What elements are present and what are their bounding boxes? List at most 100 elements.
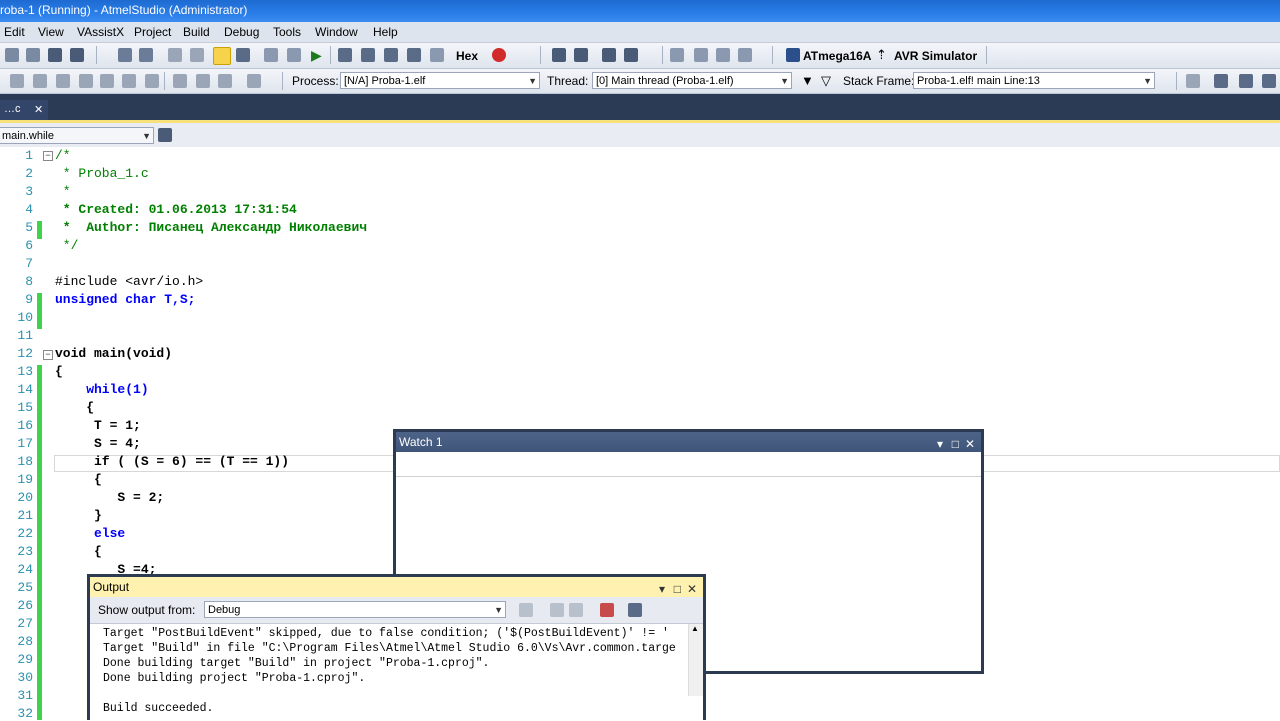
process-select[interactable]: [N/A] Proba-1.elf ▼ [340, 72, 540, 89]
word-wrap-icon[interactable] [628, 603, 642, 617]
toolbar-icon[interactable] [122, 74, 136, 88]
rebuild-icon[interactable] [139, 48, 153, 62]
toolbar-icon[interactable] [1239, 74, 1253, 88]
breakpoint-icon[interactable] [492, 48, 506, 62]
collapse-icon[interactable]: − [43, 350, 53, 360]
cut-icon[interactable] [168, 48, 182, 62]
toolbar-icon[interactable] [1186, 74, 1200, 88]
run-to-cursor-icon[interactable] [384, 48, 398, 62]
document-tab-strip: …c ✕ [0, 94, 1280, 120]
toolbar-icon[interactable] [196, 74, 210, 88]
hex-button[interactable]: Hex [456, 49, 478, 63]
output-scrollbar[interactable]: ▲ [688, 624, 703, 696]
maximize-icon[interactable]: □ [952, 434, 959, 454]
bookmark-icon[interactable] [670, 48, 684, 62]
outdent-icon[interactable] [574, 48, 588, 62]
step-over-icon[interactable] [264, 48, 278, 62]
code-line: else [55, 526, 126, 541]
open-file-icon[interactable] [26, 48, 40, 62]
menu-tools[interactable]: Tools [273, 25, 301, 39]
indent-icon[interactable] [552, 48, 566, 62]
maximize-icon[interactable]: □ [674, 579, 681, 599]
chevron-down-icon: ▼ [780, 76, 789, 86]
menu-help[interactable]: Help [373, 25, 398, 39]
output-caption[interactable]: Output ▾ □ ✕ [90, 577, 703, 597]
show-next-statement-icon[interactable] [430, 48, 444, 62]
clear-bookmarks-icon[interactable] [738, 48, 752, 62]
debug-location-toolbar: Process: [N/A] Proba-1.elf ▼ Thread: [0]… [0, 69, 1280, 94]
output-window[interactable]: Output ▾ □ ✕ Show output from: Debug ▼ T… [87, 574, 706, 720]
break-all-icon[interactable] [213, 47, 231, 65]
tool-button[interactable]: AVR Simulator [894, 49, 977, 63]
thread-value: [0] Main thread (Proba-1.elf) [596, 75, 734, 87]
chevron-down-icon[interactable]: ▾ [937, 434, 943, 454]
watch-title: Watch 1 [399, 435, 443, 449]
save-icon[interactable] [48, 48, 62, 62]
continue-icon[interactable]: ▶ [311, 47, 322, 64]
scroll-up-icon[interactable]: ▲ [691, 624, 699, 633]
menu-vassistx[interactable]: VAssistX [77, 25, 124, 39]
filter-icon[interactable]: ▼ [801, 73, 814, 88]
close-icon[interactable]: ✕ [965, 434, 975, 454]
reset-icon[interactable] [407, 48, 421, 62]
toolbar-icon[interactable] [173, 74, 187, 88]
toolbar-separator [164, 72, 165, 90]
toolbar-separator [540, 46, 541, 64]
line-number: 3 [25, 184, 33, 199]
chevron-down-icon[interactable]: ▾ [659, 579, 665, 599]
stop-debugging-icon[interactable] [236, 48, 250, 62]
scope-select[interactable]: main.while ▼ [0, 127, 154, 144]
new-file-icon[interactable] [5, 48, 19, 62]
flag-icon[interactable]: ▽ [821, 73, 831, 89]
toolbar-icon[interactable] [1262, 74, 1276, 88]
close-icon[interactable]: ✕ [687, 579, 697, 599]
step-into-icon[interactable] [338, 48, 352, 62]
line-number: 5 [25, 220, 33, 235]
menu-project[interactable]: Project [134, 25, 171, 39]
save-all-icon[interactable] [70, 48, 84, 62]
uncomment-icon[interactable] [624, 48, 638, 62]
toolbar-icon[interactable] [247, 74, 261, 88]
line-number: 31 [17, 688, 33, 703]
close-icon[interactable]: ✕ [34, 103, 43, 116]
output-source-select[interactable]: Debug ▼ [204, 601, 506, 618]
toolbar-icon[interactable] [79, 74, 93, 88]
clear-all-icon[interactable] [600, 603, 614, 617]
watch-caption[interactable]: Watch 1 ▾ □ ✕ [396, 432, 981, 452]
device-button[interactable]: ATmega16A [803, 49, 871, 63]
goto-prev-message-icon[interactable] [519, 603, 533, 617]
toolbar-icon[interactable] [100, 74, 114, 88]
window-title: roba-1 (Running) - AtmelStudio (Administ… [0, 3, 248, 17]
find-message-icon[interactable] [550, 603, 564, 617]
code-line: while(1) [55, 382, 149, 397]
toolbar-icon[interactable] [56, 74, 70, 88]
line-number: 18 [17, 454, 33, 469]
toolbar-separator [986, 46, 987, 64]
pause-icon[interactable] [287, 48, 301, 62]
prev-bookmark-icon[interactable] [694, 48, 708, 62]
toolbar-icon[interactable] [10, 74, 24, 88]
comment-icon[interactable] [602, 48, 616, 62]
thread-select[interactable]: [0] Main thread (Proba-1.elf) ▼ [592, 72, 792, 89]
toolbar-icon[interactable] [218, 74, 232, 88]
collapse-icon[interactable]: − [43, 151, 53, 161]
output-line: Target "Build" in file "C:\Program Files… [103, 642, 676, 655]
next-bookmark-icon[interactable] [716, 48, 730, 62]
toolbar-icon[interactable] [33, 74, 47, 88]
build-icon[interactable] [118, 48, 132, 62]
tab-proba-1-c[interactable]: …c ✕ [0, 100, 48, 120]
menu-edit[interactable]: Edit [4, 25, 25, 39]
stack-frame-select[interactable]: Proba-1.elf! main Line:13 ▼ [913, 72, 1155, 89]
goto-next-message-icon[interactable] [569, 603, 583, 617]
menu-view[interactable]: View [38, 25, 64, 39]
step-out-icon[interactable] [361, 48, 375, 62]
toolbar-icon[interactable] [145, 74, 159, 88]
split-icon[interactable] [158, 128, 172, 142]
title-bar: roba-1 (Running) - AtmelStudio (Administ… [0, 0, 1280, 22]
menu-window[interactable]: Window [315, 25, 358, 39]
menu-build[interactable]: Build [183, 25, 210, 39]
toolbar-icon[interactable] [1214, 74, 1228, 88]
menu-debug[interactable]: Debug [224, 25, 259, 39]
copy-icon[interactable] [190, 48, 204, 62]
line-number: 22 [17, 526, 33, 541]
